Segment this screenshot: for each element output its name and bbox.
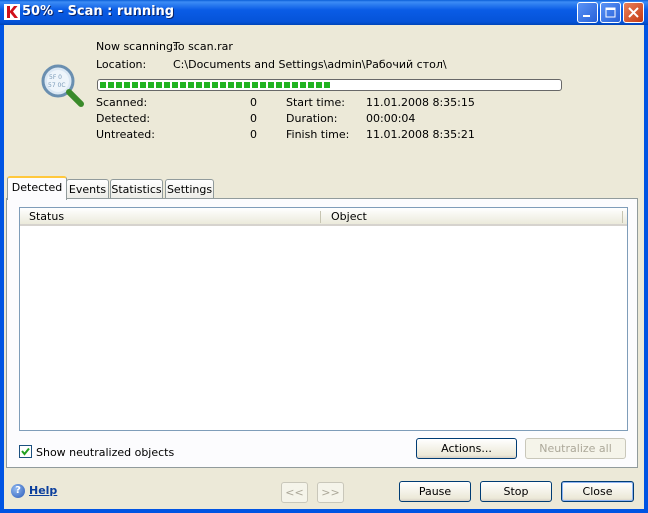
progress-segment xyxy=(260,82,266,88)
progress-segment xyxy=(308,82,314,88)
progress-segment xyxy=(252,82,258,88)
tab-statistics[interactable]: Statistics xyxy=(110,179,163,199)
location-value: C:\Documents and Settings\admin\Рабочий … xyxy=(173,58,447,71)
untreated-value: 0 xyxy=(250,128,257,141)
progress-segment xyxy=(148,82,154,88)
progress-segment xyxy=(140,82,146,88)
progress-segment xyxy=(300,82,306,88)
tab-settings[interactable]: Settings xyxy=(165,179,214,199)
previous-button[interactable]: << xyxy=(281,482,308,503)
progress-fill xyxy=(100,82,330,88)
progress-segment xyxy=(100,82,106,88)
progress-segment xyxy=(244,82,250,88)
show-neutralized-label[interactable]: Show neutralized objects xyxy=(36,446,174,459)
title-bar[interactable]: 50% - Scan : running xyxy=(0,0,648,25)
svg-text:57 0C: 57 0C xyxy=(48,82,66,89)
now-scanning-label: Now scanning: xyxy=(96,40,177,53)
detected-value: 0 xyxy=(250,112,257,125)
tab-detected[interactable]: Detected xyxy=(7,176,67,200)
svg-text:5F 0: 5F 0 xyxy=(49,74,62,81)
kaspersky-logo-icon xyxy=(4,4,20,20)
detected-tab-panel: Status Object Show neutralized objects A… xyxy=(6,198,638,468)
detected-objects-list[interactable]: Status Object xyxy=(19,207,628,431)
progress-segment xyxy=(188,82,194,88)
checkmark-icon xyxy=(21,447,30,456)
close-icon xyxy=(628,7,639,18)
column-header-object[interactable]: Object xyxy=(331,210,367,223)
start-time-label: Start time: xyxy=(286,96,345,109)
progress-segment xyxy=(220,82,226,88)
close-window-button[interactable] xyxy=(623,2,644,23)
progress-segment xyxy=(268,82,274,88)
neutralize-all-button[interactable]: Neutralize all xyxy=(525,438,626,459)
progress-segment xyxy=(324,82,330,88)
close-button[interactable]: Close xyxy=(561,481,634,502)
progress-segment xyxy=(172,82,178,88)
minimize-button[interactable] xyxy=(577,2,598,23)
progress-segment xyxy=(196,82,202,88)
finish-time-value: 11.01.2008 8:35:21 xyxy=(366,128,475,141)
scan-progress-bar xyxy=(97,79,562,91)
list-header: Status Object xyxy=(20,208,627,226)
window-title: 50% - Scan : running xyxy=(22,4,175,19)
pause-button[interactable]: Pause xyxy=(399,481,471,502)
now-scanning-value: To scan.rar xyxy=(173,40,233,53)
scanned-label: Scanned: xyxy=(96,96,148,109)
progress-segment xyxy=(124,82,130,88)
progress-segment xyxy=(164,82,170,88)
maximize-button[interactable] xyxy=(600,2,621,23)
location-label: Location: xyxy=(96,58,147,71)
window-client-area: 5F 0 57 0C Now scanning: To scan.rar Loc… xyxy=(4,25,644,509)
scanned-value: 0 xyxy=(250,96,257,109)
start-time-value: 11.01.2008 8:35:15 xyxy=(366,96,475,109)
column-header-status[interactable]: Status xyxy=(29,210,64,223)
column-separator[interactable] xyxy=(622,211,623,223)
actions-button[interactable]: Actions... xyxy=(416,438,517,459)
help-link[interactable]: Help xyxy=(29,484,57,497)
progress-segment xyxy=(276,82,282,88)
scan-window: 50% - Scan : running 5F 0 57 0C Now scan… xyxy=(0,0,648,513)
tab-events[interactable]: Events xyxy=(66,179,109,199)
progress-segment xyxy=(132,82,138,88)
progress-segment xyxy=(212,82,218,88)
duration-label: Duration: xyxy=(286,112,338,125)
progress-segment xyxy=(180,82,186,88)
maximize-icon xyxy=(605,7,616,18)
progress-segment xyxy=(292,82,298,88)
stop-button[interactable]: Stop xyxy=(480,481,552,502)
untreated-label: Untreated: xyxy=(96,128,155,141)
progress-segment xyxy=(236,82,242,88)
magnifier-scan-icon: 5F 0 57 0C xyxy=(41,64,84,107)
progress-segment xyxy=(284,82,290,88)
progress-segment xyxy=(156,82,162,88)
detected-label: Detected: xyxy=(96,112,151,125)
finish-time-label: Finish time: xyxy=(286,128,350,141)
progress-segment xyxy=(108,82,114,88)
progress-segment xyxy=(204,82,210,88)
progress-segment xyxy=(316,82,322,88)
column-separator[interactable] xyxy=(320,211,321,223)
help-icon[interactable]: ? xyxy=(11,484,25,498)
show-neutralized-checkbox[interactable] xyxy=(19,445,32,458)
progress-segment xyxy=(116,82,122,88)
next-button[interactable]: >> xyxy=(317,482,344,503)
progress-segment xyxy=(228,82,234,88)
minimize-icon xyxy=(583,15,590,17)
duration-value: 00:00:04 xyxy=(366,112,416,125)
